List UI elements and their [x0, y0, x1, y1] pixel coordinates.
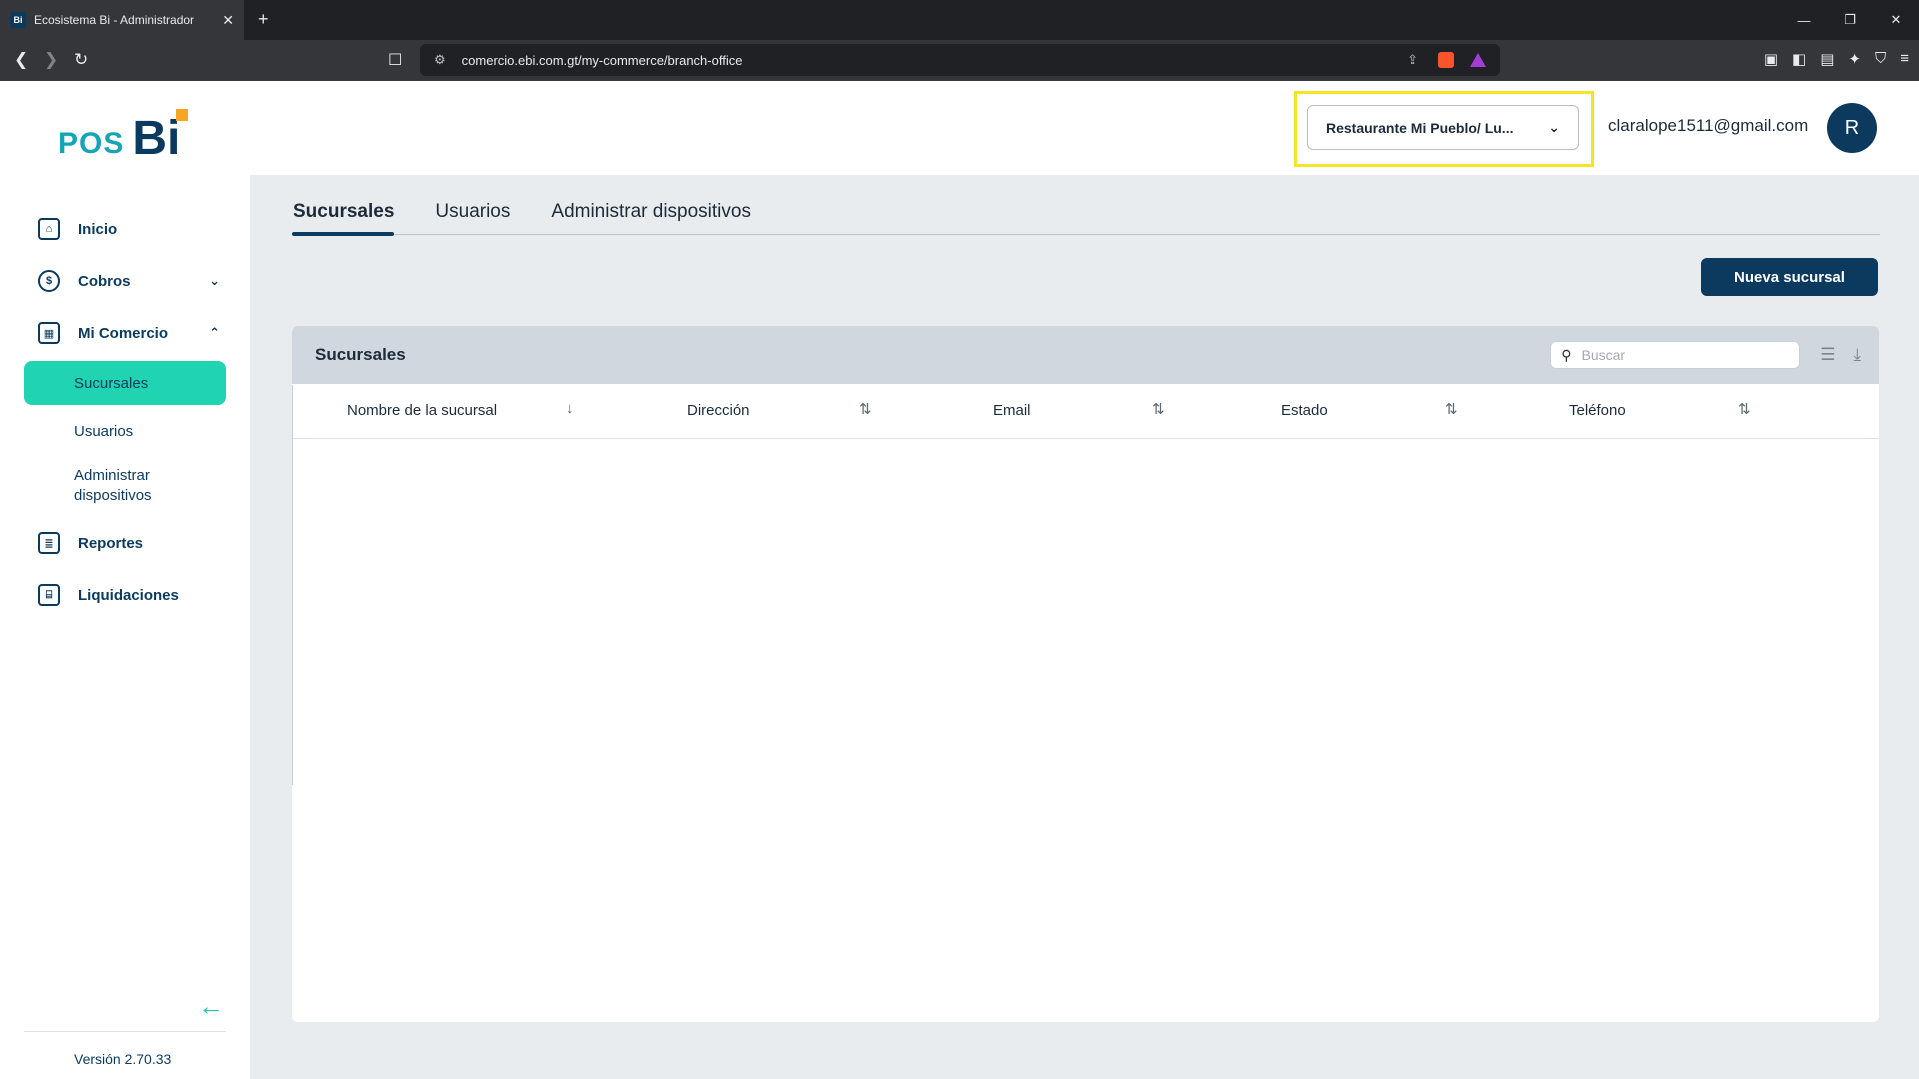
sidebar: POS Bi ⌂ Inicio $ Cobros ⌄ ▦ Mi Comercio… — [0, 81, 250, 1079]
screenshot-icon[interactable]: ▣ — [1764, 50, 1778, 68]
address-bar[interactable]: ⚙ comercio.ebi.com.gt/my-commerce/branch… — [420, 44, 1500, 76]
share-icon[interactable]: ⇪ — [1407, 52, 1418, 68]
rewards-icon[interactable] — [1470, 53, 1486, 67]
search-icon: ⚲ — [1561, 346, 1572, 363]
new-branch-button[interactable]: Nueva sucursal — [1701, 258, 1878, 296]
user-email: claralope1511@gmail.com — [1608, 116, 1809, 135]
column-header-direccion[interactable]: Dirección — [687, 402, 750, 419]
avatar[interactable]: R — [1827, 103, 1877, 153]
branches-table-card: Sucursales ⚲ ☰ ⤓ Nombre de la sucursal ↓… — [292, 326, 1879, 1022]
sidebar-item-liquidaciones[interactable]: ⌸ Liquidaciones — [24, 569, 226, 621]
collapse-sidebar-icon[interactable]: ← — [198, 991, 224, 1022]
menu-icon[interactable]: ≡ — [1900, 50, 1909, 68]
tab-usuarios[interactable]: Usuarios — [434, 195, 510, 235]
tab-title: Ecosistema Bi - Administrador — [34, 13, 195, 27]
vpn-icon[interactable]: ⛉ — [1875, 50, 1886, 68]
sidebar-subitem-sucursales[interactable]: Sucursales — [24, 361, 226, 405]
sort-desc-icon[interactable]: ↓ — [566, 400, 574, 417]
version-label: Versión 2.70.33 — [74, 1051, 172, 1067]
wallet-icon[interactable]: ▤ — [1820, 50, 1834, 68]
leo-ai-icon[interactable]: ✦ — [1848, 50, 1861, 68]
tab-administrar-dispositivos[interactable]: Administrar dispositivos — [550, 195, 751, 235]
sort-icon[interactable]: ⇅ — [1738, 400, 1751, 418]
sidebar-nav: ⌂ Inicio $ Cobros ⌄ ▦ Mi Comercio ⌃ Sucu… — [24, 203, 226, 621]
search-input[interactable] — [1581, 347, 1772, 363]
sidebar-subitem-administrar-dispositivos[interactable]: Administrar dispositivos — [24, 455, 174, 517]
column-header-email[interactable]: Email — [993, 402, 1031, 419]
pos-bi-logo: POS Bi — [58, 109, 189, 163]
chevron-up-icon[interactable]: ⌃ — [209, 325, 220, 341]
report-icon: ≣ — [38, 532, 60, 554]
new-tab-icon[interactable]: + — [258, 9, 269, 30]
url-text[interactable]: comercio.ebi.com.gt/my-commerce/branch-o… — [462, 53, 1407, 68]
sidebar-toggle-icon[interactable]: ◧ — [1792, 50, 1806, 68]
sidebar-item-inicio[interactable]: ⌂ Inicio — [24, 203, 226, 255]
sort-icon[interactable]: ⇅ — [1445, 400, 1458, 418]
bank-icon: ⌸ — [38, 584, 60, 606]
store-icon: ▦ — [38, 322, 60, 344]
browser-tab[interactable]: Bi Ecosistema Bi - Administrador ✕ — [0, 0, 244, 40]
window-controls: — ❐ ✕ — [1781, 0, 1919, 40]
divider — [292, 385, 293, 785]
brave-shield-icon[interactable] — [1438, 52, 1454, 68]
forward-icon[interactable]: ❯ — [44, 50, 58, 70]
search-box[interactable]: ⚲ — [1550, 341, 1801, 369]
column-header-estado[interactable]: Estado — [1281, 402, 1328, 419]
sidebar-item-mi-comercio[interactable]: ▦ Mi Comercio ⌃ — [24, 307, 226, 359]
minimize-icon[interactable]: — — [1781, 0, 1827, 40]
branch-selector[interactable]: Restaurante Mi Pueblo/ Lu... ⌄ — [1307, 105, 1579, 150]
download-icon[interactable]: ⤓ — [1853, 345, 1861, 365]
browser-toolbar: ❮ ❯ ↻ ☐ ⚙ comercio.ebi.com.gt/my-commerc… — [0, 40, 1919, 81]
tab-sucursales[interactable]: Sucursales — [292, 195, 395, 236]
column-header-telefono[interactable]: Teléfono — [1569, 402, 1626, 419]
back-icon[interactable]: ❮ — [14, 50, 28, 70]
chevron-down-icon[interactable]: ⌄ — [209, 273, 220, 289]
sidebar-item-cobros[interactable]: $ Cobros ⌄ — [24, 255, 226, 307]
table-header-bar: Sucursales ⚲ ☰ ⤓ — [292, 326, 1879, 384]
sort-icon[interactable]: ⇅ — [859, 400, 872, 418]
divider — [24, 1031, 226, 1032]
bookmark-icon[interactable]: ☐ — [388, 50, 402, 70]
window-close-icon[interactable]: ✕ — [1873, 0, 1919, 40]
page-tabs: Sucursales Usuarios Administrar disposit… — [292, 195, 1880, 236]
sort-icon[interactable]: ⇅ — [1152, 400, 1165, 418]
sidebar-subitem-usuarios[interactable]: Usuarios — [24, 407, 226, 455]
table-title: Sucursales — [315, 345, 406, 364]
browser-tabbar: Bi Ecosistema Bi - Administrador ✕ + — ❐… — [0, 0, 1919, 40]
site-info-icon[interactable]: ⚙ — [434, 52, 446, 68]
extension-icons: ▣ ◧ ▤ ✦ ⛉ ≡ — [1764, 50, 1909, 68]
chevron-down-icon: ⌄ — [1548, 119, 1560, 135]
money-icon: $ — [38, 270, 60, 292]
restore-icon[interactable]: ❐ — [1827, 0, 1873, 40]
favicon-icon: Bi — [10, 12, 26, 28]
home-icon: ⌂ — [38, 218, 60, 240]
table-column-headers: Nombre de la sucursal ↓ Dirección ⇅ Emai… — [292, 384, 1879, 439]
close-icon[interactable]: ✕ — [222, 12, 234, 29]
reload-icon[interactable]: ↻ — [74, 50, 88, 70]
sidebar-item-reportes[interactable]: ≣ Reportes — [24, 517, 226, 569]
column-header-nombre[interactable]: Nombre de la sucursal — [347, 402, 497, 419]
filter-icon[interactable]: ☰ — [1820, 345, 1835, 365]
